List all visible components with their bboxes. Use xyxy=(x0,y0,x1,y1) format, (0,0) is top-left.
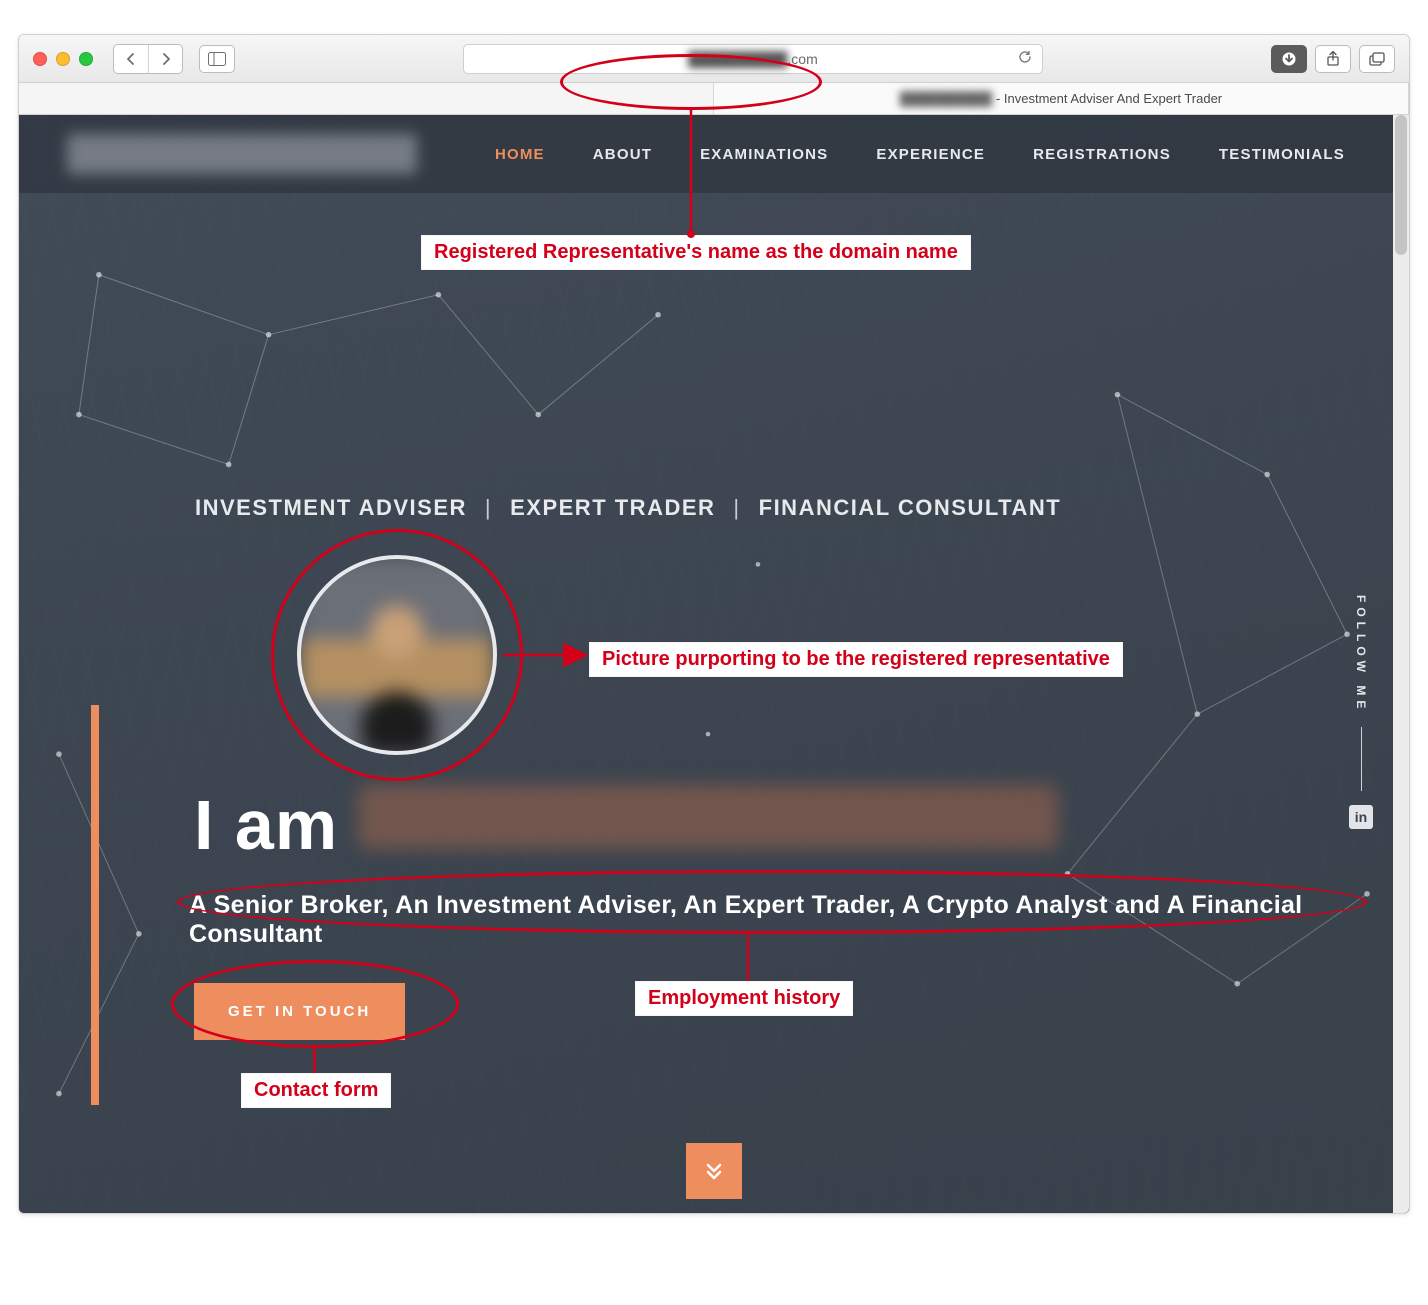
role-3: FINANCIAL CONSULTANT xyxy=(759,495,1062,521)
reload-button[interactable] xyxy=(1018,50,1032,67)
chevron-left-icon xyxy=(126,53,136,65)
site-navbar: HOME ABOUT EXAMINATIONS EXPERIENCE REGIS… xyxy=(19,115,1393,193)
annotation-label-contact: Contact form xyxy=(241,1073,391,1108)
annotation-ellipse-subtitle xyxy=(177,870,1367,934)
downloads-button[interactable] xyxy=(1271,45,1307,73)
iam-prefix: I am xyxy=(194,785,338,865)
nav-registrations[interactable]: REGISTRATIONS xyxy=(1033,146,1171,163)
scrollbar-thumb[interactable] xyxy=(1395,115,1407,255)
nav-testimonials[interactable]: TESTIMONIALS xyxy=(1219,146,1345,163)
linkedin-icon: in xyxy=(1355,809,1367,825)
forward-button[interactable] xyxy=(148,45,182,73)
annotation-label-domain: Registered Representative's name as the … xyxy=(421,235,971,270)
chevron-right-icon xyxy=(161,53,171,65)
site-logo-redacted xyxy=(67,134,417,174)
nav-links: HOME ABOUT EXAMINATIONS EXPERIENCE REGIS… xyxy=(495,146,1345,163)
reload-icon xyxy=(1018,50,1032,64)
annotation-ellipse-url xyxy=(560,54,822,110)
nav-home[interactable]: HOME xyxy=(495,146,545,163)
tabs-icon xyxy=(1369,52,1385,66)
tabs-button[interactable] xyxy=(1359,45,1395,73)
headline: I am xyxy=(194,785,1058,865)
nav-about[interactable]: ABOUT xyxy=(593,146,652,163)
page-viewport: HOME ABOUT EXAMINATIONS EXPERIENCE REGIS… xyxy=(19,115,1409,1213)
roles-tagline: INVESTMENT ADVISER | EXPERT TRADER | FIN… xyxy=(195,495,1061,521)
role-separator: | xyxy=(485,495,492,521)
annotation-ellipse-avatar xyxy=(271,529,523,781)
annotation-ellipse-cta xyxy=(171,960,459,1048)
annotation-label-photo: Picture purporting to be the registered … xyxy=(589,642,1123,677)
minimize-window-button[interactable] xyxy=(56,52,70,66)
vertical-scrollbar[interactable] xyxy=(1393,115,1409,1213)
role-separator: | xyxy=(733,495,740,521)
role-1: INVESTMENT ADVISER xyxy=(195,495,467,521)
headline-name-redacted xyxy=(358,785,1058,849)
follow-me-rail: FOLLOW ME in xyxy=(1349,595,1373,829)
toolbar-right-buttons xyxy=(1271,45,1395,73)
follow-divider xyxy=(1361,727,1362,791)
sidebar-icon xyxy=(208,52,226,66)
close-window-button[interactable] xyxy=(33,52,47,66)
sidebar-toggle-button[interactable] xyxy=(199,45,235,73)
nav-examinations[interactable]: EXAMINATIONS xyxy=(700,146,828,163)
back-button[interactable] xyxy=(114,45,148,73)
new-tab-button[interactable]: ＋ xyxy=(1409,83,1410,114)
share-button[interactable] xyxy=(1315,45,1351,73)
scroll-down-button[interactable] xyxy=(686,1143,742,1199)
share-icon xyxy=(1327,51,1339,66)
accent-bar xyxy=(91,705,99,1105)
maximize-window-button[interactable] xyxy=(79,52,93,66)
nav-experience[interactable]: EXPERIENCE xyxy=(876,146,985,163)
role-2: EXPERT TRADER xyxy=(510,495,715,521)
linkedin-button[interactable]: in xyxy=(1349,805,1373,829)
nav-arrows xyxy=(113,44,183,74)
tab-title-hidden: ██████████ xyxy=(900,91,992,106)
chevrons-down-icon xyxy=(705,1161,723,1181)
follow-label: FOLLOW ME xyxy=(1354,595,1368,713)
window-controls xyxy=(33,52,93,66)
tab-title-suffix: - Investment Adviser And Expert Trader xyxy=(996,91,1222,106)
safari-window: ██████████ .com xyxy=(18,34,1410,1214)
download-arrow-icon xyxy=(1282,52,1296,66)
annotation-label-employment: Employment history xyxy=(635,981,853,1016)
